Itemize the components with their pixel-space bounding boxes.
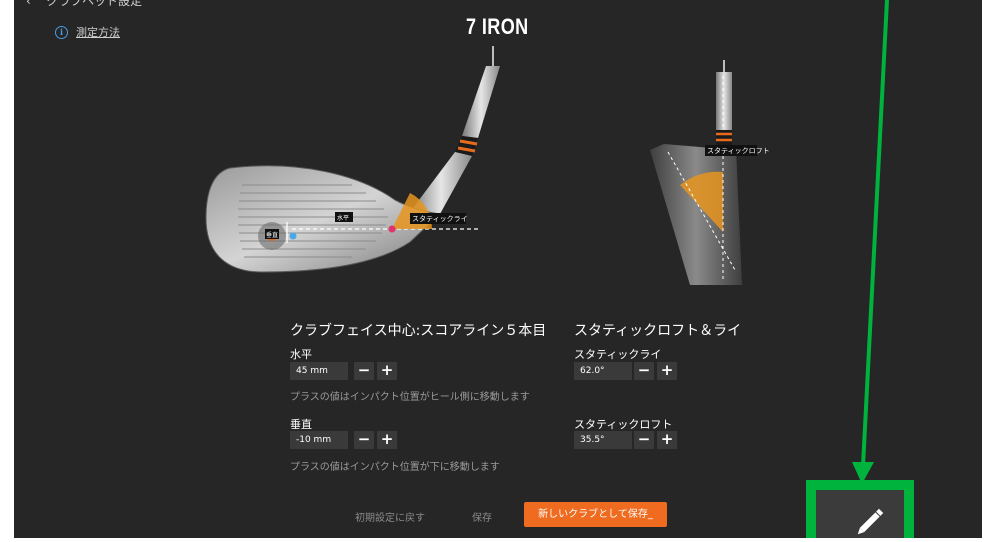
horizontal-increment-button[interactable]: + — [377, 362, 397, 380]
vertical-decrement-button[interactable]: − — [354, 431, 374, 449]
lie-increment-button[interactable]: + — [657, 362, 677, 380]
save-as-new-club-label: 新しいクラブとして保存 — [538, 509, 648, 520]
iron-side-view — [650, 60, 757, 285]
lie-label: スタティックライ — [574, 348, 662, 361]
iron-face-view — [205, 46, 500, 273]
reset-defaults-button[interactable]: 初期設定に戻す — [355, 509, 425, 524]
vertical-value-field[interactable]: -10 mm — [290, 431, 348, 449]
horizontal-value-field[interactable]: 45 mm — [290, 362, 348, 380]
pencil-icon — [857, 508, 884, 535]
loft-increment-button[interactable]: + — [657, 431, 677, 449]
loft-decrement-button[interactable]: − — [634, 431, 654, 449]
vertical-hint: プラスの値はインパクト位置が下に移動します — [290, 462, 500, 473]
loft-value-field[interactable]: 35.5° — [574, 431, 632, 449]
diagram-horizontal-tag: 水平 — [337, 215, 350, 222]
face-center-title: クラブフェイス中心:スコアライン５本目 — [290, 323, 547, 339]
horizontal-decrement-button[interactable]: − — [354, 362, 374, 380]
loft-label: スタティックロフト — [574, 418, 673, 431]
annotation-arrow — [852, 0, 889, 484]
vertical-increment-button[interactable]: + — [377, 431, 397, 449]
horizontal-hint: プラスの値はインパクト位置がヒール側に移動します — [290, 392, 530, 403]
loft-lie-title: スタティックロフト＆ライ — [574, 323, 742, 339]
vertical-label: 垂直 — [290, 418, 312, 431]
edit-button[interactable] — [806, 480, 914, 538]
horizontal-label: 水平 — [290, 348, 312, 361]
lie-decrement-button[interactable]: − — [634, 362, 654, 380]
diagram-vertical-tag: 垂直 — [266, 232, 279, 239]
save-as-new-club-button[interactable]: 新しいクラブとして保存_ — [524, 502, 667, 527]
lie-value-field[interactable]: 62.0° — [574, 362, 632, 380]
diagram-loft-tag: スタティックロフト — [707, 147, 770, 155]
diagram-lie-tag: スタティックライ — [412, 215, 468, 223]
save-button[interactable]: 保存 — [472, 509, 492, 524]
